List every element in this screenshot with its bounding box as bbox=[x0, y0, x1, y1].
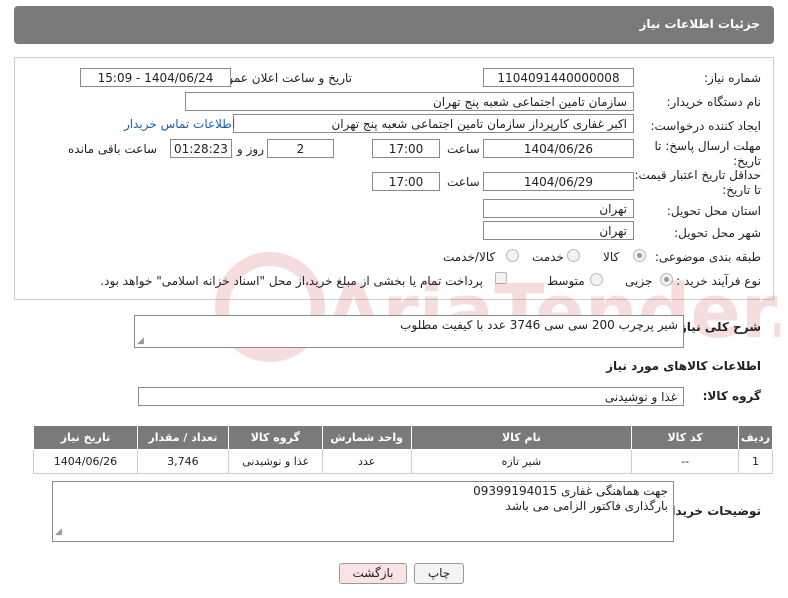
price-validity-time-label: ساعت bbox=[447, 175, 480, 189]
cell-item-code: -- bbox=[631, 449, 740, 474]
process-type-label: نوع فرآیند خرید : bbox=[676, 274, 761, 288]
col-need-date: تاریخ نیاز bbox=[33, 425, 138, 450]
notes-resize-handle-icon[interactable]: ◢ bbox=[55, 525, 62, 540]
requester-field: اکبر غفاری کارپرداز سازمان تامین اجتماعی… bbox=[233, 114, 634, 133]
goods-table-header: ردیف کد کالا نام کالا واحد شمارش گروه کا… bbox=[33, 425, 773, 450]
col-item-name: نام کالا bbox=[410, 425, 633, 450]
process-medium-radio[interactable] bbox=[590, 273, 603, 286]
category-service-label: خدمت bbox=[532, 250, 564, 264]
remaining-time-field: 01:28:23 bbox=[170, 139, 232, 158]
treasury-payment-checkbox[interactable] bbox=[495, 272, 507, 284]
province-label: استان محل تحویل: bbox=[666, 204, 761, 218]
page-title: جزئیات اطلاعات نیاز bbox=[14, 6, 774, 44]
resize-handle-icon[interactable]: ◢ bbox=[137, 336, 144, 346]
goods-group-label: گروه کالا: bbox=[702, 389, 761, 403]
buyer-notes-label: توضیحات خریدار: bbox=[659, 504, 761, 518]
province-field: تهران bbox=[483, 199, 634, 218]
print-button[interactable]: چاپ bbox=[414, 563, 464, 584]
buyer-notes-textarea: جهت هماهنگی غفاری 09399194015 بارگذاری ف… bbox=[52, 481, 674, 542]
buyer-notes-line-2: بارگذاری فاکتور الزامی می باشد bbox=[505, 499, 668, 513]
description-textarea: شیر پرچرب 200 سی سی 3746 عدد با کیفیت مط… bbox=[134, 315, 684, 348]
col-unit: واحد شمارش bbox=[321, 425, 412, 450]
requester-label: ایجاد کننده درخواست: bbox=[650, 119, 761, 133]
back-button[interactable]: بازگشت bbox=[339, 563, 407, 584]
reply-time-field: 17:00 bbox=[372, 139, 440, 158]
category-goods-service-label: کالا/خدمت bbox=[443, 250, 496, 264]
process-medium-label: متوسط bbox=[547, 274, 585, 288]
remaining-time-label: ساعت باقی مانده bbox=[68, 142, 158, 156]
process-minor-radio[interactable] bbox=[660, 273, 673, 286]
cell-need-date: 1404/06/26 bbox=[33, 449, 138, 474]
days-label: روز و bbox=[237, 142, 264, 156]
cell-quantity: 3,746 bbox=[136, 449, 229, 474]
cell-group: غذا و نوشیدنی bbox=[227, 449, 323, 474]
need-number-label: شماره نیاز: bbox=[704, 71, 761, 85]
price-validity-time-field: 17:00 bbox=[372, 172, 440, 191]
buyer-contact-link[interactable]: اطلاعات تماس خریدار bbox=[124, 117, 235, 131]
col-item-code: کد کالا bbox=[631, 425, 740, 450]
category-service-radio[interactable] bbox=[567, 249, 580, 262]
cell-row-number: 1 bbox=[738, 449, 773, 474]
need-number-field: 1104091440000008 bbox=[483, 68, 634, 87]
buyer-org-field: سازمان تامین اجتماعی شعبه پنج تهران bbox=[185, 92, 634, 111]
treasury-payment-note: پرداخت تمام یا بخشی از مبلغ خرید،از محل … bbox=[100, 274, 483, 288]
price-validity-label: حداقل تاریخ اعتبار قیمت: تا تاریخ: bbox=[634, 168, 761, 197]
col-row-number: ردیف bbox=[738, 425, 773, 450]
days-remaining-field: 2 bbox=[267, 139, 334, 158]
goods-section-title: اطلاعات کالاهای مورد نیاز bbox=[606, 359, 761, 373]
buyer-org-label: نام دستگاه خریدار: bbox=[666, 95, 762, 109]
category-goods-service-radio[interactable] bbox=[506, 249, 519, 262]
city-field: تهران bbox=[483, 221, 634, 240]
goods-table: ردیف کد کالا نام کالا واحد شمارش گروه کا… bbox=[33, 425, 773, 474]
description-label: شرح کلی نیاز: bbox=[675, 320, 761, 334]
category-label: طبقه بندی موضوعی: bbox=[654, 250, 761, 264]
buyer-notes-line-1: جهت هماهنگی غفاری 09399194015 bbox=[473, 484, 668, 498]
goods-group-field: غذا و نوشیدنی bbox=[138, 387, 684, 406]
announce-datetime-field: 1404/06/24 - 15:09 bbox=[80, 68, 231, 87]
reply-date-field: 1404/06/26 bbox=[483, 139, 634, 158]
cell-unit: عدد bbox=[321, 449, 412, 474]
table-row: 1 -- شیر تازه عدد غذا و نوشیدنی 3,746 14… bbox=[33, 449, 773, 474]
category-goods-radio[interactable] bbox=[633, 249, 646, 262]
cell-item-name: شیر تازه bbox=[410, 449, 633, 474]
city-label: شهر محل تحویل: bbox=[674, 226, 761, 240]
category-goods-label: کالا bbox=[603, 250, 620, 264]
description-text: شیر پرچرب 200 سی سی 3746 عدد با کیفیت مط… bbox=[400, 318, 678, 332]
col-quantity: تعداد / مقدار bbox=[136, 425, 229, 450]
process-minor-label: جزیی bbox=[625, 274, 653, 288]
reply-time-label: ساعت bbox=[447, 142, 480, 156]
reply-deadline-label: مهلت ارسال پاسخ: تا تاریخ: bbox=[654, 139, 761, 168]
col-group: گروه کالا bbox=[227, 425, 323, 450]
price-validity-date-field: 1404/06/29 bbox=[483, 172, 634, 191]
